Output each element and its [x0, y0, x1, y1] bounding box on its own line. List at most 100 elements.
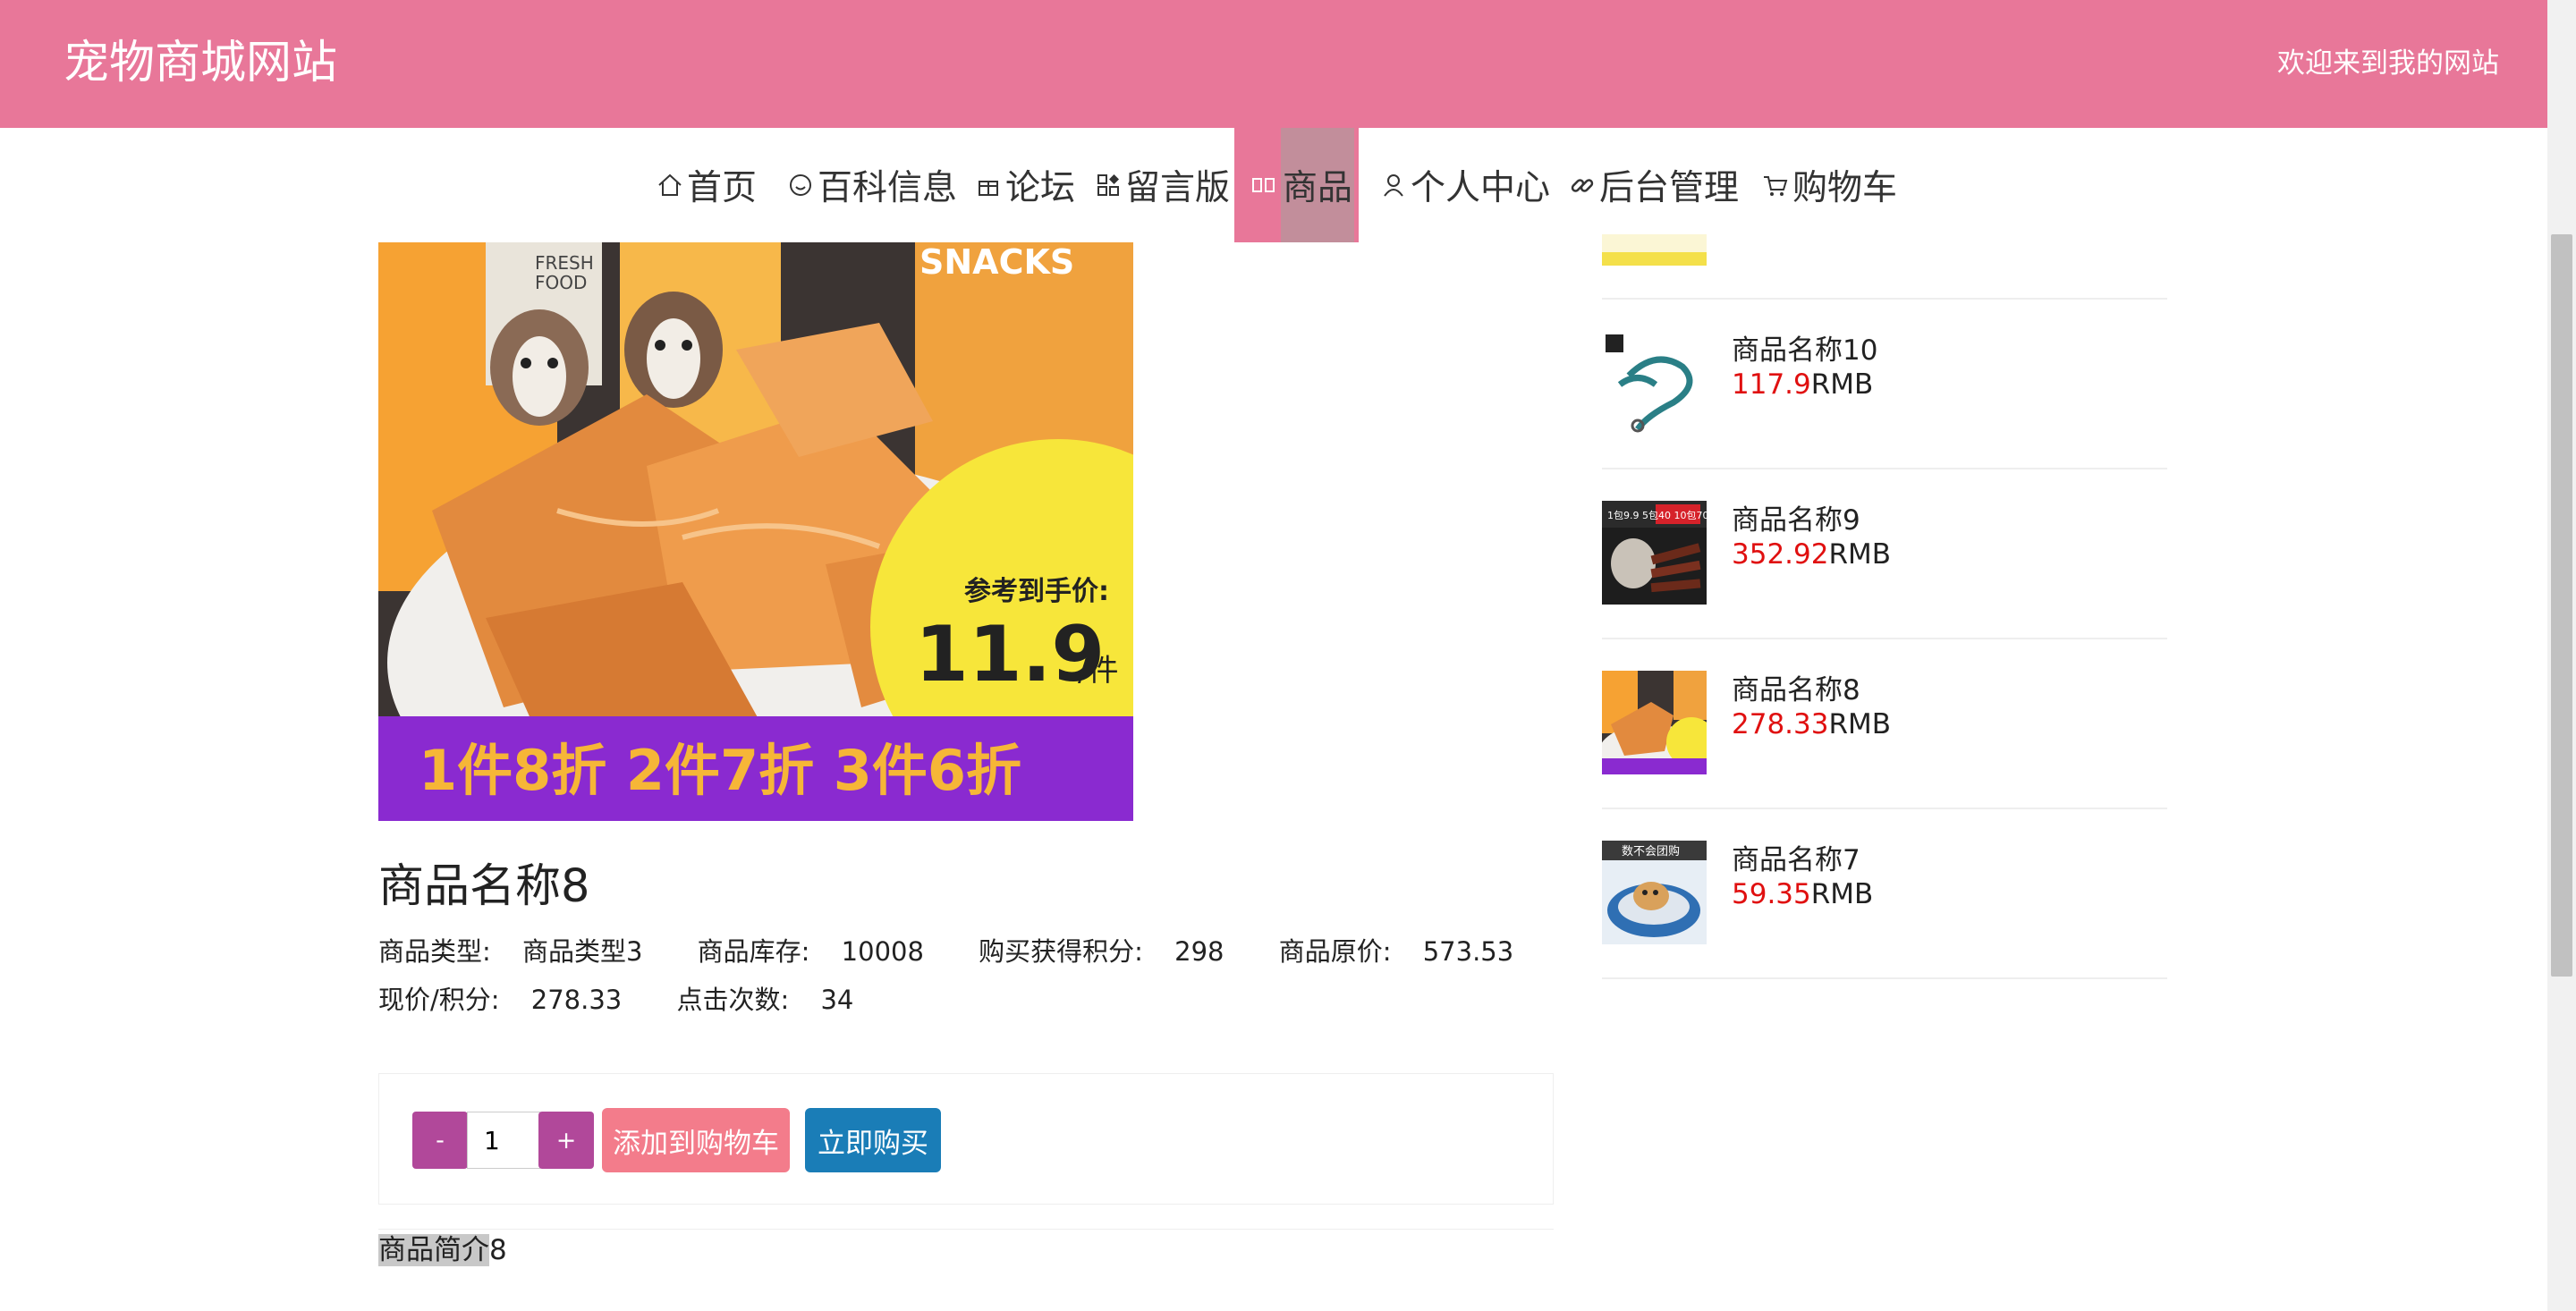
sidebar-product-price: 59.35RMB [1732, 876, 1873, 912]
sidebar-product-price: 352.92RMB [1732, 537, 1891, 572]
product-intro: 商品简介8 [378, 1231, 507, 1270]
meta-item: 现价/积分: 278.33 [378, 985, 645, 1015]
user-icon [1384, 174, 1403, 197]
nav-item-admin[interactable]: 后台管理 [1569, 128, 1739, 242]
nav-item-encyclopedia[interactable]: 百科信息 [787, 128, 957, 242]
price-currency: RMB [1810, 878, 1874, 910]
quantity-minus-button[interactable]: - [412, 1112, 468, 1169]
sidebar-product-item[interactable]: 数不会团购 商品名称7 59.35RMB [1602, 841, 2167, 944]
nav-item-goods[interactable]: 商品 [1234, 128, 1359, 242]
quantity-plus-button[interactable]: + [538, 1112, 594, 1169]
price-amount: 278.33 [1732, 708, 1829, 740]
sidebar-product-item[interactable]: 商品名称10 117.9RMB [1602, 331, 2167, 435]
meta-value: 10008 [841, 936, 924, 967]
purchase-box: - + 添加到购物车 立即购买 [378, 1073, 1554, 1205]
site-title[interactable]: 宠物商城网站 [64, 34, 337, 93]
meta-item: 商品库存: 10008 [698, 936, 947, 967]
divider [1602, 638, 2167, 639]
meta-label: 商品库存: [697, 936, 810, 967]
package-label: FOOD [535, 272, 587, 293]
package-label: SNACKS [919, 242, 1074, 282]
sidebar-product-price: 278.33RMB [1732, 706, 1891, 742]
nav-item-guestbook[interactable]: 留言版 [1095, 128, 1230, 242]
product-thumbnail: 1包9.9 5包40 10包70 [1602, 501, 1707, 605]
scrollbar-thumb[interactable] [2551, 234, 2572, 977]
meta-label: 点击次数: [676, 985, 790, 1015]
quantity-input[interactable] [467, 1112, 540, 1169]
thumb-badge-text: 数不会团购 [1622, 844, 1680, 858]
cart-icon [1764, 176, 1788, 196]
nav-item-forum[interactable]: 论坛 [975, 128, 1075, 242]
price-amount: 117.9 [1732, 368, 1811, 401]
product-thumbnail [1602, 671, 1707, 774]
product-title: 商品名称8 [378, 860, 590, 913]
link-icon [1571, 179, 1594, 192]
meta-value: 573.53 [1422, 936, 1514, 967]
price-amount: 352.92 [1732, 538, 1829, 571]
product-thumbnail: 数不会团购 [1602, 841, 1707, 944]
nav-label: 后台管理 [1599, 168, 1740, 208]
meta-item: 购买获得积分: 298 [979, 936, 1247, 967]
product-main-image: FRESH FOOD SNACKS 参考到手价: 11.9 /件 1件8折 2件… [378, 242, 1133, 821]
main-nav: 首页 百科信息 论坛 留言版 商品 个人中心 后台管理 购物车 [0, 128, 2547, 242]
product-meta-row: 现价/积分: 278.33 点击次数: 34 [378, 982, 900, 1018]
nav-label: 个人中心 [1411, 168, 1551, 208]
divider [1602, 977, 2167, 979]
intro-text: 8 [489, 1234, 507, 1266]
thumb-badge-text: 1包9.9 5包40 10包70 [1607, 510, 1707, 521]
meta-label: 购买获得积分: [979, 936, 1143, 967]
meta-value: 298 [1174, 936, 1224, 967]
divider [1602, 808, 2167, 809]
meta-value: 商品类型3 [522, 936, 643, 967]
nav-label: 首页 [687, 168, 758, 208]
meta-item: 商品原价: 573.53 [1279, 936, 1537, 967]
smile-icon [790, 174, 811, 196]
sidebar-thumb-partial[interactable] [1602, 234, 1707, 266]
sidebar-product-name: 商品名称8 [1732, 674, 1860, 706]
nav-label: 百科信息 [818, 168, 958, 208]
nav-item-home[interactable]: 首页 [657, 128, 757, 242]
product-thumbnail [1602, 331, 1707, 435]
buy-now-button[interactable]: 立即购买 [805, 1108, 941, 1172]
divider [378, 1229, 1554, 1230]
intro-selected-text: 商品简介 [378, 1234, 489, 1266]
price-currency: RMB [1828, 538, 1892, 571]
promo-banner-text: 1件8折 2件7折 3件6折 [419, 738, 1021, 803]
meta-value: 278.33 [530, 985, 623, 1015]
product-meta-row: 商品类型: 商品类型3 商品库存: 10008 购买获得积分: 298 商品原价… [378, 934, 1560, 969]
price-unit: /件 [1078, 653, 1118, 689]
package-label: FRESH [535, 252, 594, 274]
price-value: 11.9 [915, 610, 1105, 699]
add-to-cart-button[interactable]: 添加到购物车 [602, 1108, 790, 1172]
divider [1602, 468, 2167, 469]
meta-label: 商品原价: [1278, 936, 1392, 967]
sidebar-product-item[interactable]: 商品名称8 278.33RMB [1602, 671, 2167, 774]
divider [1602, 298, 2167, 300]
page-scrollbar[interactable] [2547, 0, 2576, 1311]
sidebar-product-name: 商品名称9 [1732, 504, 1860, 537]
nav-label: 购物车 [1792, 168, 1898, 208]
meta-value: 34 [820, 985, 854, 1015]
price-currency: RMB [1828, 708, 1892, 740]
nav-label: 论坛 [1005, 168, 1076, 208]
home-icon [658, 173, 682, 196]
nav-label: 留言版 [1125, 168, 1231, 208]
price-amount: 59.35 [1732, 878, 1811, 910]
nav-item-cart[interactable]: 购物车 [1762, 128, 1897, 242]
grid-icon [1097, 174, 1119, 196]
price-caption: 参考到手价: [964, 576, 1109, 607]
sidebar-product-item[interactable]: 1包9.9 5包40 10包70 商品名称9 352.92RMB [1602, 501, 2167, 605]
meta-label: 现价/积分: [378, 985, 500, 1015]
welcome-text: 欢迎来到我的网站 [2277, 47, 2499, 80]
sidebar-product-price: 117.9RMB [1732, 367, 1873, 402]
site-header: 宠物商城网站 欢迎来到我的网站 [0, 0, 2547, 128]
price-currency: RMB [1810, 368, 1874, 401]
meta-item: 商品类型: 商品类型3 [378, 936, 665, 967]
gift-icon [979, 181, 998, 196]
goods-icon [1252, 178, 1275, 192]
meta-item: 点击次数: 34 [676, 985, 877, 1015]
nav-item-profile[interactable]: 个人中心 [1380, 128, 1550, 242]
nav-label: 商品 [1281, 128, 1355, 242]
meta-label: 商品类型: [378, 936, 491, 967]
sidebar-product-name: 商品名称7 [1732, 844, 1860, 876]
